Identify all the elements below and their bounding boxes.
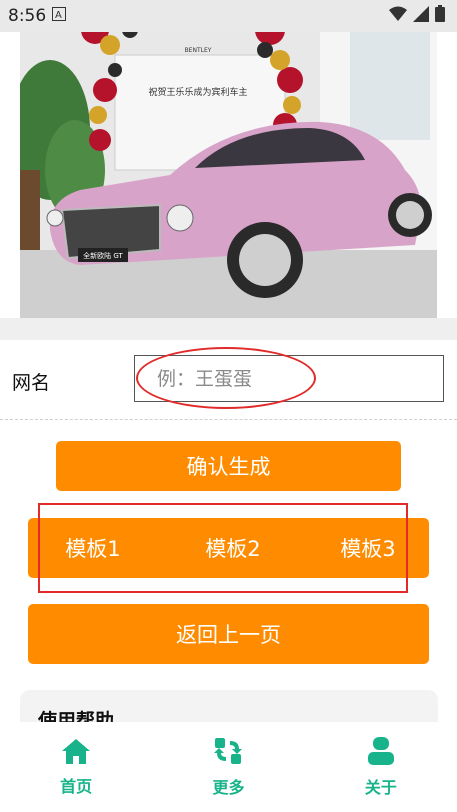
nickname-label: 网名 bbox=[12, 372, 51, 394]
sign-brand: BENTLEY bbox=[185, 47, 212, 54]
status-left: 8:56 A bbox=[8, 6, 67, 26]
back-button[interactable]: 返回上一页 bbox=[28, 604, 429, 664]
tab-home-label: 首页 bbox=[60, 777, 93, 796]
sign-text: 祝贺王乐乐成为宾利车主 bbox=[148, 86, 247, 98]
hero-photo: BENTLEY 祝贺王乐乐成为宾利车主 全新欧陆 GT bbox=[20, 0, 437, 318]
wifi-icon bbox=[389, 6, 407, 27]
tab-more[interactable]: 更多 bbox=[152, 722, 304, 812]
template-3-button[interactable]: 模板3 bbox=[323, 518, 413, 578]
nickname-form-row: 网名 bbox=[0, 340, 457, 420]
status-time: 8:56 bbox=[8, 6, 47, 26]
status-bar: 8:56 A bbox=[0, 0, 457, 32]
confirm-generate-button[interactable]: 确认生成 bbox=[56, 441, 401, 491]
signal-icon bbox=[413, 5, 429, 27]
template-selector: 模板1 模板2 模板3 bbox=[28, 518, 429, 578]
tab-more-label: 更多 bbox=[212, 778, 245, 797]
status-right bbox=[389, 5, 445, 27]
photo-bottom-strip bbox=[0, 318, 457, 340]
template-1-button[interactable]: 模板1 bbox=[48, 518, 138, 578]
home-icon bbox=[60, 737, 92, 765]
bottom-tab-bar: 首页 更多 关于 bbox=[0, 722, 457, 812]
car-photo-illustration: BENTLEY 祝贺王乐乐成为宾利车主 全新欧陆 GT bbox=[20, 0, 437, 318]
refresh-grid-icon bbox=[213, 736, 243, 766]
tab-about-label: 关于 bbox=[364, 778, 397, 797]
nickname-input[interactable] bbox=[134, 355, 444, 402]
plate-text: 全新欧陆 GT bbox=[83, 251, 123, 260]
battery-icon bbox=[435, 5, 445, 27]
svg-text:A: A bbox=[55, 10, 62, 21]
template-2-button[interactable]: 模板2 bbox=[188, 518, 278, 578]
user-icon bbox=[366, 736, 396, 766]
tab-home[interactable]: 首页 bbox=[0, 722, 152, 812]
notification-a-icon: A bbox=[52, 6, 67, 26]
tab-about[interactable]: 关于 bbox=[305, 722, 457, 812]
